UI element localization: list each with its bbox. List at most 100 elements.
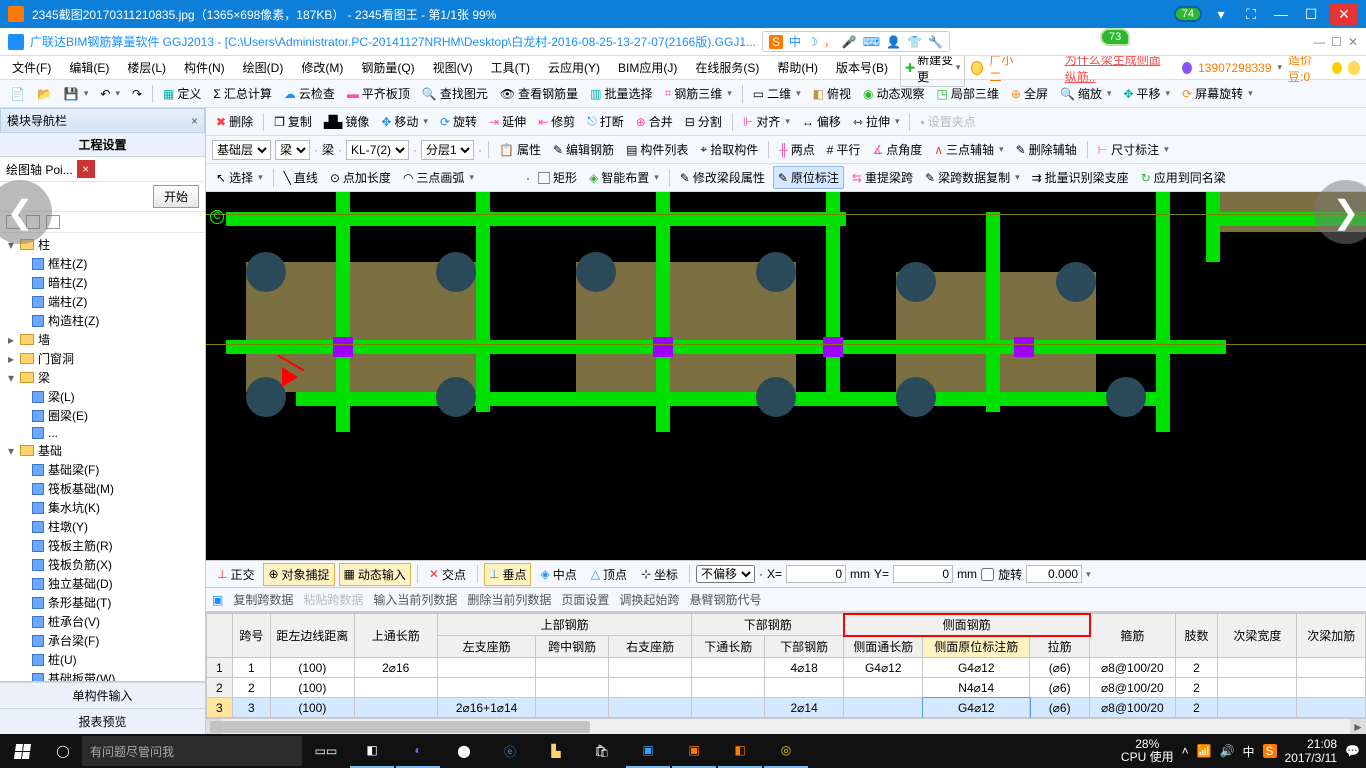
gcmd-inputcol[interactable]: 输入当前列数据 [373,591,457,608]
wtb-smart[interactable]: ◈智能布置 [585,167,663,188]
wtb-stretch[interactable]: ⇿拉伸 [849,111,904,132]
th-upper[interactable]: 上部钢筋 [437,614,691,636]
sidebar-report[interactable]: 报表预览 [0,708,205,734]
snap-cross[interactable]: ✕交点 [424,563,471,586]
wtb-origlabel[interactable]: ✎原位标注 [773,166,844,189]
wtb-list[interactable]: ▤构件列表 [622,139,692,160]
poi-close-icon[interactable]: × [77,160,95,178]
sidebar-close-icon[interactable]: × [191,114,198,128]
gcmd-adjstart[interactable]: 调换起始跨 [619,591,679,608]
table-row[interactable]: 33(100)2⌀16+1⌀142⌀14G4⌀12(⌀6)⌀8@100/202 [207,698,1366,718]
viewer-close[interactable]: ✕ [1330,3,1358,25]
th-leftdist[interactable]: 距左边线距离 [271,614,354,658]
snap-mid[interactable]: ◈中点 [535,563,581,586]
wtb-break[interactable]: ⎋打断 [583,111,628,132]
ime-mic-icon[interactable]: 🎤 [842,35,857,49]
wtb-split[interactable]: ⊟分割 [681,111,726,132]
tb-zoom[interactable]: 🔍缩放 [1056,83,1116,104]
menu-steel[interactable]: 钢筋量(Q) [355,57,420,78]
menu-edit[interactable]: 编辑(E) [63,57,115,78]
tray-network-icon[interactable]: 📶 [1197,744,1212,758]
ime-bar[interactable]: S 中 ☽ ， 🎤 ⌨ 👤 👕 🔧 [762,31,950,52]
th-tie[interactable]: 拉筋 [1030,636,1090,658]
menu-view[interactable]: 视图(V) [427,57,479,78]
snap-coord[interactable]: ⊹坐标 [636,563,683,586]
taskbar-app-7[interactable]: ◎ [764,734,808,768]
gcmd-page[interactable]: 页面设置 [561,591,609,608]
account-icon[interactable] [1182,62,1192,74]
wtb-threeax[interactable]: ∧三点辅轴 [930,139,1007,160]
rot-checkbox[interactable] [981,568,994,581]
ime-person-icon[interactable]: 👤 [886,35,901,49]
tb-steelview[interactable]: 👁查看钢筋量 [496,83,582,104]
wtb-rotate[interactable]: ⟳旋转 [436,111,481,132]
th-uplong[interactable]: 上通长筋 [354,614,437,658]
tb-rot[interactable]: ⟳屏幕旋转 [1178,83,1257,104]
tree-node-pile[interactable]: 桩(U) [2,650,203,669]
tree-node-found-strip[interactable]: 基础板带(W) [2,669,203,681]
rot-input[interactable] [1026,565,1082,583]
wtb-twopt[interactable]: ╫两点 [775,139,819,160]
category-select[interactable]: 梁 [275,140,310,160]
layer-select[interactable]: 分层1 [421,140,474,160]
tb-full[interactable]: ⊕全屏 [1007,83,1052,104]
taskbar-app-6[interactable]: ◧ [718,734,762,768]
menu-help[interactable]: 帮助(H) [771,57,824,78]
ime-cn[interactable]: 中 [789,33,801,50]
ime-keyboard-icon[interactable]: ⌨ [863,35,880,49]
wtb-offset[interactable]: ↔偏移 [798,111,845,132]
floor-select[interactable]: 基础层 [212,140,271,160]
th-lower[interactable]: 下部钢筋 [692,614,844,636]
wtb-copyspan[interactable]: ✎梁跨数据复制 [921,167,1024,188]
wtb-applysame[interactable]: ↻应用到同名梁 [1137,167,1230,188]
taskbar-app-3[interactable]: ⬤ [442,734,486,768]
taskbar-app-4[interactable]: ▣ [626,734,670,768]
menu-version[interactable]: 版本号(B) [830,57,894,78]
wtb-line[interactable]: ╲直线 [280,167,322,188]
snap-dynin[interactable]: ▦动态输入 [339,563,411,586]
tree-node-pile-cap[interactable]: 桩承台(V) [2,612,203,631]
menu-tools[interactable]: 工具(T) [485,57,536,78]
wtb-rmaux[interactable]: ✎删除辅轴 [1012,139,1081,160]
app-maximize[interactable]: ☐ [1331,35,1342,49]
data-grid[interactable]: 跨号 距左边线距离 上通长筋 上部钢筋 下部钢筋 侧面钢筋 箍筋 肢数 次梁宽度… [206,612,1366,718]
y-input[interactable] [893,565,953,583]
wtb-dim[interactable]: ⊢尺寸标注 [1094,139,1173,160]
wtb-del[interactable]: ✖删除 [212,111,257,132]
phone-link[interactable]: 13907298339 [1198,61,1271,75]
wtb-select[interactable]: ↖选择 [212,167,267,188]
taskbar-app-1[interactable]: ◧ [350,734,394,768]
tb-steel3d[interactable]: ⌗钢筋三维 [660,83,735,104]
task-view-icon[interactable]: ▭▭ [304,734,348,768]
tb-new[interactable]: 📄 [6,85,29,103]
tree-node-strip-found[interactable]: 条形基础(T) [2,593,203,612]
wtb-copy[interactable]: ❐复制 [270,111,316,132]
tb-open[interactable]: 📂 [33,85,56,103]
th-subwidth[interactable]: 次梁宽度 [1218,614,1297,658]
tree-node-hidden-column[interactable]: 暗柱(Z) [2,273,203,292]
tb-local3d[interactable]: ◳局部三维 [933,83,1003,104]
tree-node-beam[interactable]: ▾梁 [2,368,203,387]
wtb-merge[interactable]: ⊕合并 [632,111,677,132]
tray-volume-icon[interactable]: 🔊 [1220,744,1235,758]
tb-undo[interactable]: ↶ [96,85,124,103]
wtb-mirror[interactable]: ▟▙镜像 [320,111,373,132]
wtb-editsteel[interactable]: ✎编辑钢筋 [549,139,618,160]
viewer-minimize[interactable]: — [1270,3,1292,25]
tb-save[interactable]: 💾 [60,85,92,103]
snap-perp[interactable]: ⊥垂点 [484,563,531,586]
wtb-batchspan[interactable]: ⇉批量识别梁支座 [1028,167,1133,188]
menu-cloud[interactable]: 云应用(Y) [542,57,606,78]
wtb-trim[interactable]: ⇤修剪 [534,111,579,132]
th-midspan[interactable]: 跨中钢筋 [536,636,609,658]
tray-notifications-icon[interactable]: 💬 [1345,744,1360,758]
tree-node-cap-beam[interactable]: 承台梁(F) [2,631,203,650]
grid-corner-icon[interactable]: ▣ [212,593,223,607]
wtb-move[interactable]: ✥移动 [377,111,432,132]
table-row[interactable]: 11(100)2⌀164⌀18G4⌀12G4⌀12(⌀6)⌀8@100/202 [207,658,1366,678]
taskbar-app-2[interactable]: ◐ [396,734,440,768]
drawing-canvas[interactable]: C [206,192,1366,560]
wtb-extend[interactable]: ⇥延伸 [485,111,530,132]
th-span[interactable]: 跨号 [232,614,270,658]
tree-node-iso-found[interactable]: 独立基础(D) [2,574,203,593]
